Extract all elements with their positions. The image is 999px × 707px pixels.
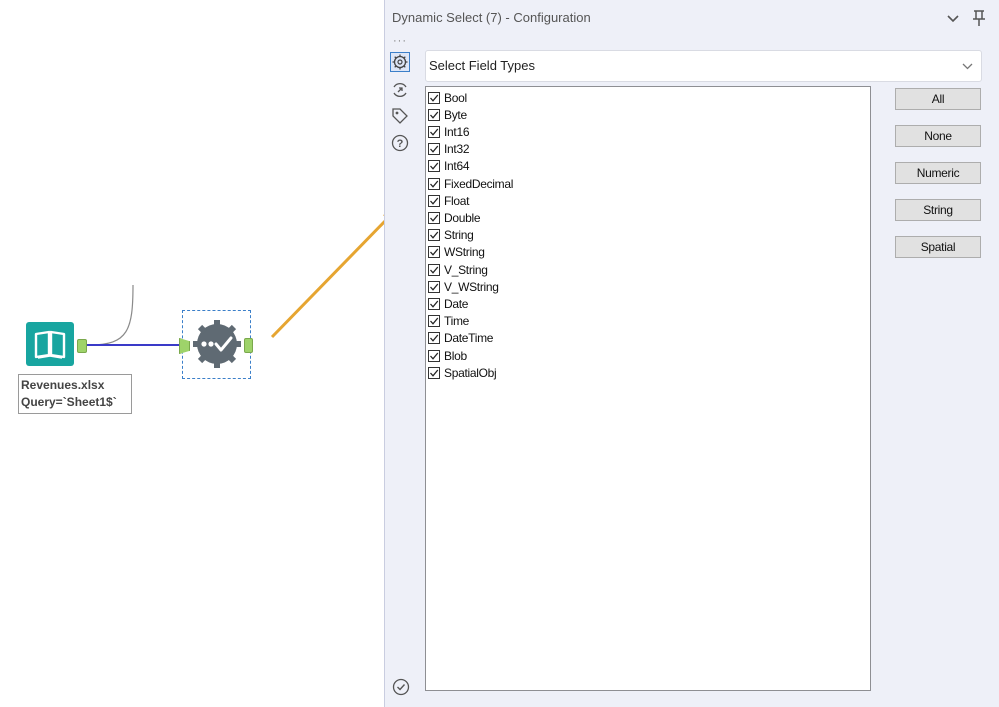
- field-type-item[interactable]: WString: [428, 244, 485, 261]
- field-type-label: Float: [444, 193, 470, 208]
- numeric-button[interactable]: Numeric: [895, 162, 981, 184]
- field-type-item[interactable]: Double: [428, 209, 481, 226]
- settings-icon[interactable]: [390, 52, 410, 72]
- field-type-label: Byte: [444, 107, 467, 122]
- mode-select-dropdown[interactable]: Select Field Types: [425, 50, 982, 82]
- field-type-checkbox[interactable]: [428, 366, 440, 379]
- field-type-label: V_WString: [444, 279, 499, 294]
- none-button[interactable]: None: [895, 125, 981, 147]
- field-type-item[interactable]: V_WString: [428, 278, 499, 295]
- spatial-button[interactable]: Spatial: [895, 236, 981, 258]
- field-type-checkbox[interactable]: [428, 160, 440, 173]
- callout-arrow-line: [270, 219, 384, 339]
- field-type-checkbox[interactable]: [428, 246, 440, 259]
- field-type-item[interactable]: SpatialObj: [428, 364, 497, 381]
- field-type-label: Time: [444, 314, 470, 329]
- string-button[interactable]: String: [895, 199, 981, 221]
- field-type-item[interactable]: Float: [428, 192, 469, 209]
- more-options-icon[interactable]: ···: [393, 36, 407, 47]
- field-type-checkbox[interactable]: [428, 177, 440, 190]
- field-type-checkbox[interactable]: [428, 280, 440, 293]
- dynamic-select-icon[interactable]: [193, 320, 241, 368]
- field-type-item[interactable]: Bool: [428, 89, 467, 106]
- input-tool-output-anchor[interactable]: [77, 339, 87, 353]
- configuration-panel: Dynamic Select (7) - Configuration ··· ?…: [384, 0, 999, 707]
- panel-title: Dynamic Select (7) - Configuration: [392, 10, 591, 25]
- input-data-tool[interactable]: [26, 322, 74, 366]
- field-type-checkbox[interactable]: [428, 229, 440, 242]
- field-type-label: Double: [444, 210, 481, 225]
- field-type-item[interactable]: Int64: [428, 158, 470, 175]
- field-type-label: SpatialObj: [444, 365, 497, 380]
- connection-icon[interactable]: [390, 80, 410, 100]
- annotation-line-query: Query=`Sheet1$`: [21, 395, 117, 409]
- field-type-item[interactable]: DateTime: [428, 330, 493, 347]
- field-type-item[interactable]: V_String: [428, 261, 488, 278]
- field-type-checkbox[interactable]: [428, 297, 440, 310]
- mode-select-value: Select Field Types: [429, 58, 535, 73]
- panel-header: Dynamic Select (7) - Configuration: [385, 0, 999, 36]
- field-type-item[interactable]: Int32: [428, 141, 470, 158]
- dynamic-select-output-anchor[interactable]: [244, 338, 253, 353]
- pin-icon[interactable]: [972, 9, 986, 27]
- workflow-canvas[interactable]: Revenues.xlsx Query=`Sheet1$`: [0, 0, 384, 707]
- field-type-item[interactable]: Blob: [428, 347, 467, 364]
- field-type-checkbox[interactable]: [428, 125, 440, 138]
- tag-icon[interactable]: [390, 106, 410, 126]
- field-type-label: Int64: [444, 159, 470, 174]
- book-icon: [34, 330, 66, 359]
- field-type-label: Date: [444, 296, 469, 311]
- field-type-checkbox[interactable]: [428, 315, 440, 328]
- all-button[interactable]: All: [895, 88, 981, 110]
- field-type-checkbox[interactable]: [428, 194, 440, 207]
- input-tool-annotation: Revenues.xlsx Query=`Sheet1$`: [18, 374, 132, 414]
- annotation-line-file: Revenues.xlsx: [21, 378, 105, 392]
- field-type-item[interactable]: Byte: [428, 106, 467, 123]
- upstream-connection: [89, 284, 134, 346]
- help-icon[interactable]: ?: [390, 133, 410, 153]
- chevron-down-icon[interactable]: [947, 0, 959, 36]
- check-circle-icon[interactable]: [392, 678, 410, 696]
- field-type-checkbox[interactable]: [428, 349, 440, 362]
- field-type-checkbox[interactable]: [428, 143, 440, 156]
- field-type-checkbox[interactable]: [428, 91, 440, 104]
- field-type-label: WString: [444, 245, 485, 260]
- field-type-checkbox[interactable]: [428, 263, 440, 276]
- field-type-item[interactable]: Date: [428, 295, 468, 312]
- field-type-label: Bool: [444, 90, 467, 105]
- field-type-label: Int32: [444, 142, 470, 157]
- field-type-item[interactable]: String: [428, 227, 474, 244]
- svg-text:?: ?: [397, 138, 404, 150]
- field-type-item[interactable]: FixedDecimal: [428, 175, 513, 192]
- chevron-down-icon: [962, 51, 973, 81]
- field-type-list[interactable]: Bool Byte Int16 Int32 Int64 FixedDecimal Float…: [425, 86, 871, 691]
- field-type-checkbox[interactable]: [428, 332, 440, 345]
- field-type-label: Int16: [444, 124, 470, 139]
- field-type-item[interactable]: Int16: [428, 123, 470, 140]
- field-type-label: V_String: [444, 262, 488, 277]
- field-type-item[interactable]: Time: [428, 313, 469, 330]
- field-type-checkbox[interactable]: [428, 211, 440, 224]
- field-type-label: String: [444, 228, 474, 243]
- field-type-checkbox[interactable]: [428, 108, 440, 121]
- field-type-label: DateTime: [444, 331, 494, 346]
- field-type-label: FixedDecimal: [444, 176, 514, 191]
- field-type-label: Blob: [444, 348, 467, 363]
